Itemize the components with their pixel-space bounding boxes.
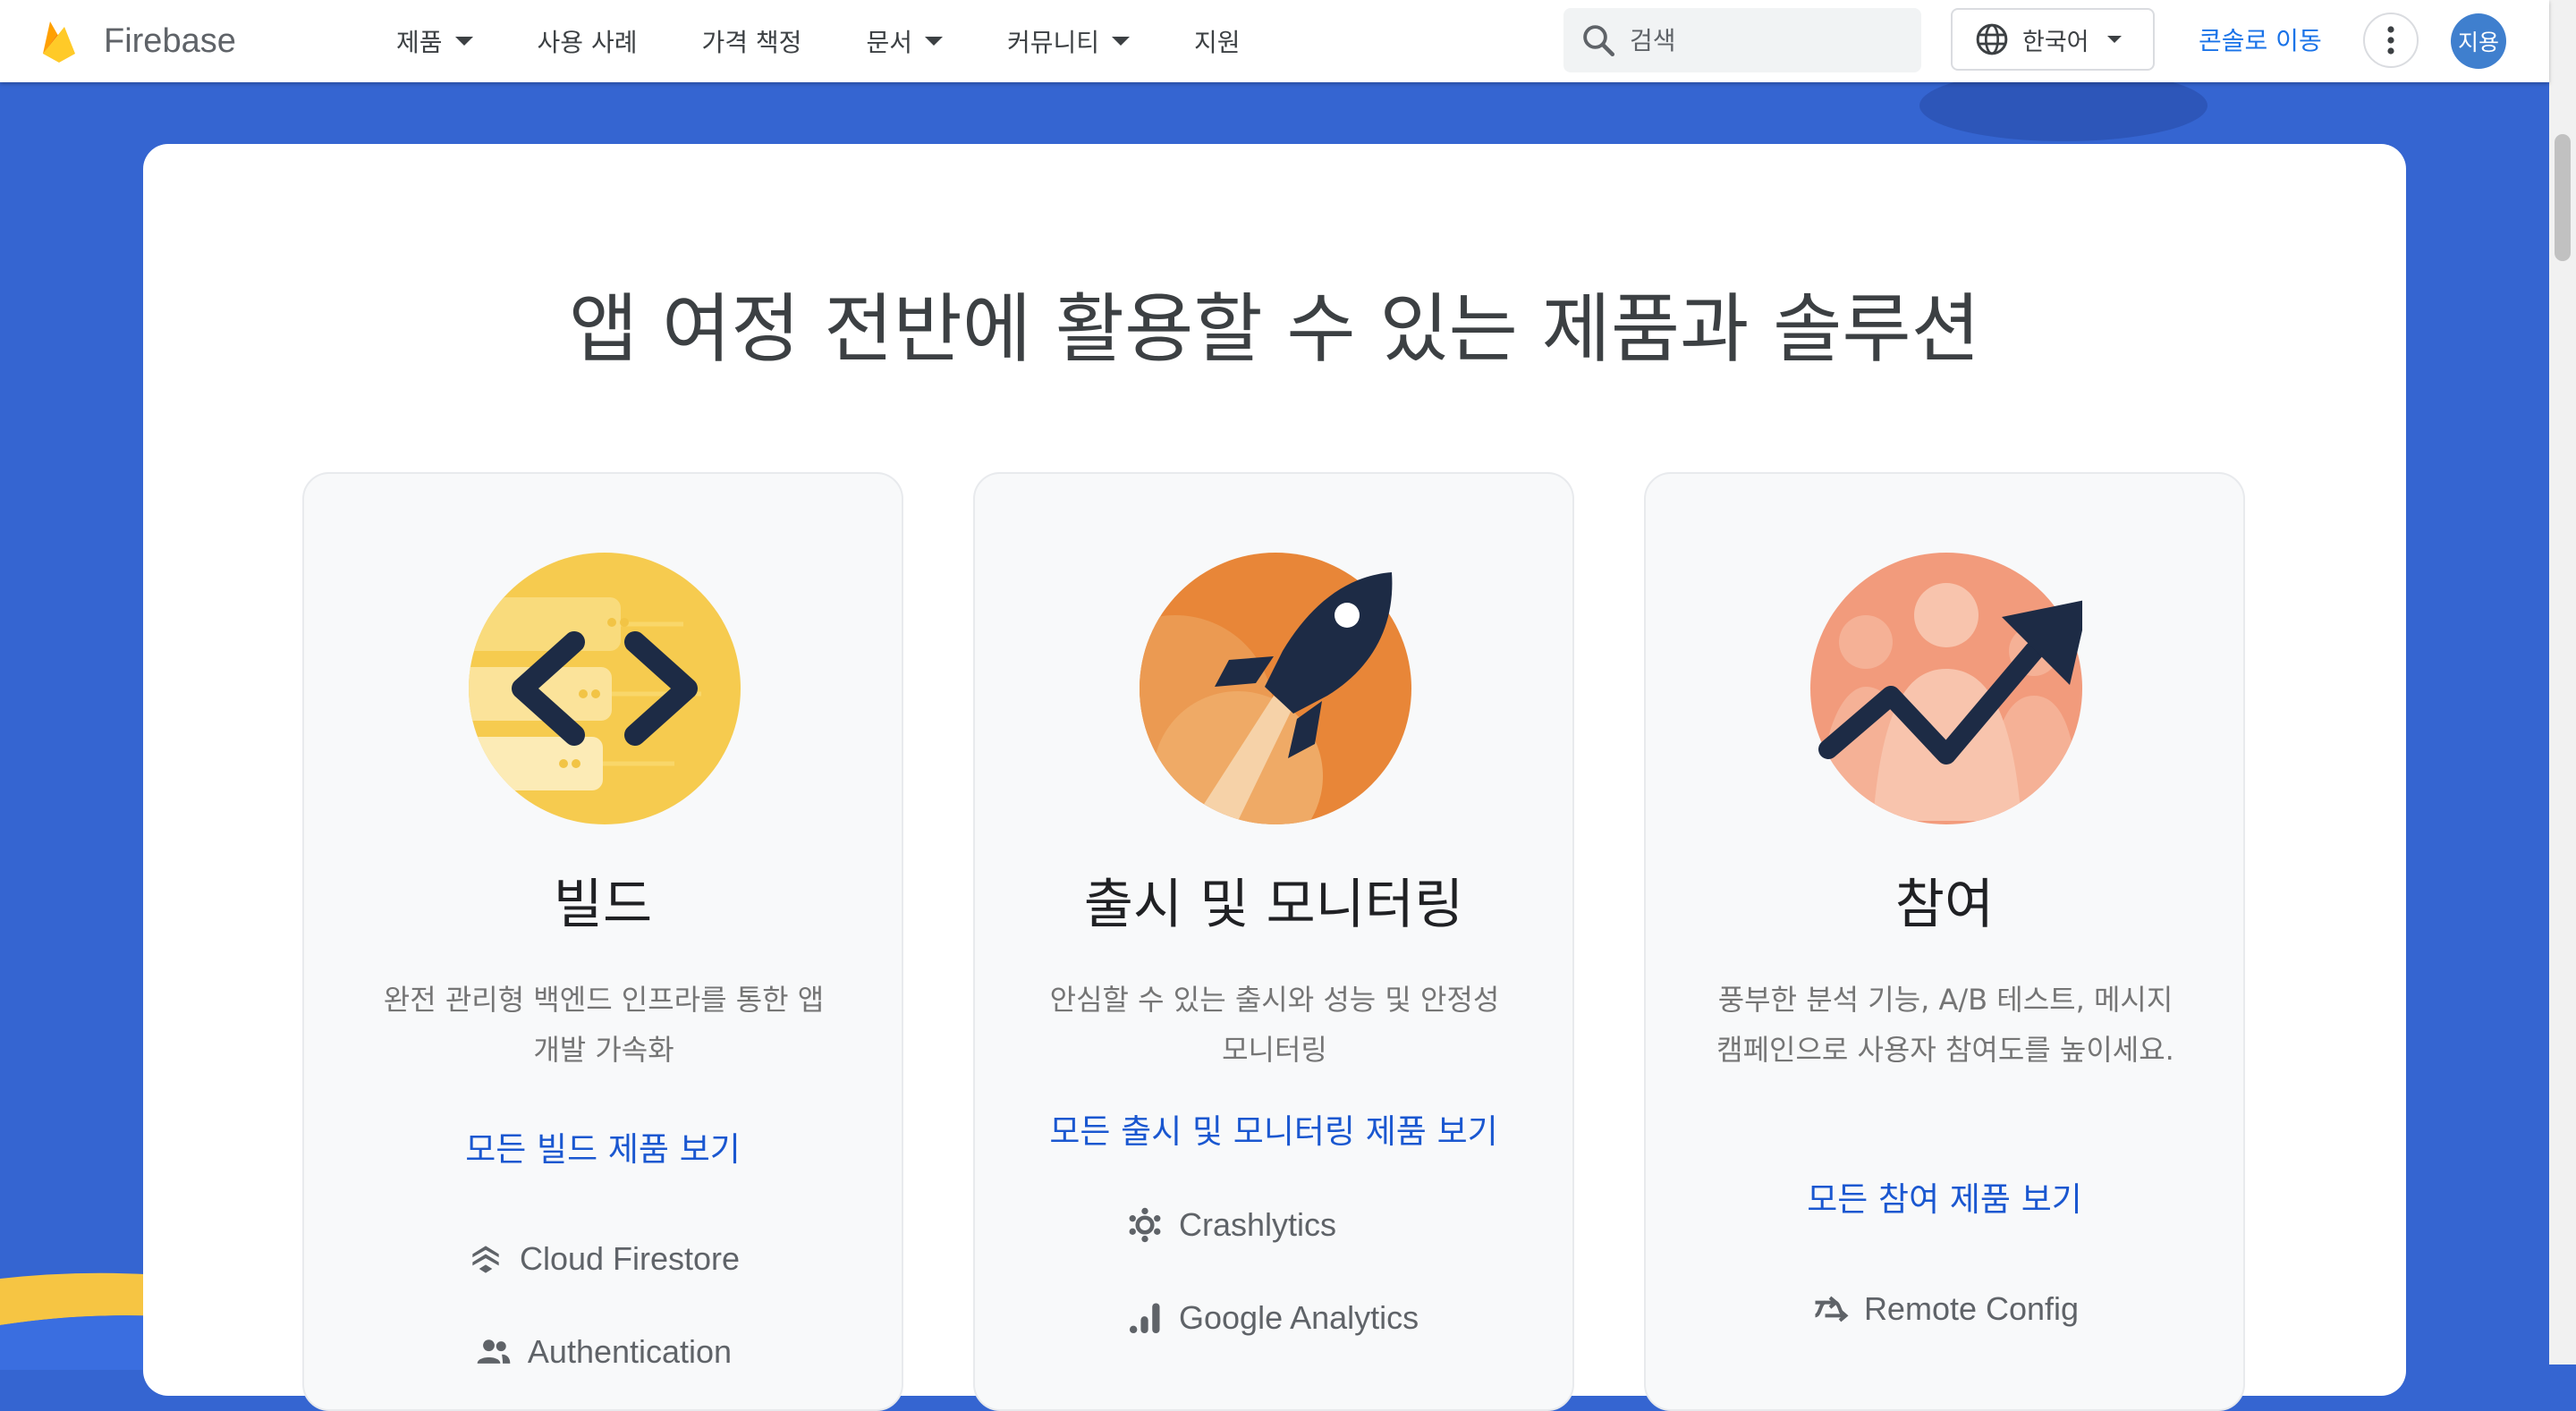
authentication-icon (477, 1339, 511, 1364)
nav-label: 제품 (396, 28, 443, 57)
analytics-icon (1129, 1303, 1160, 1334)
product-name: Authentication (527, 1333, 733, 1370)
scrollbar-thumb[interactable] (2555, 134, 2571, 261)
go-to-console-link[interactable]: 콘솔로 이동 (2199, 21, 2322, 61)
caret-down-icon (2106, 36, 2122, 43)
product-name: Cloud Firestore (519, 1240, 741, 1277)
top-navigation-bar: Firebase 제품 사용 사례 가격 책정 문서 커뮤니티 지원 검색 한국… (0, 0, 2549, 82)
nav-item-products[interactable]: 제품 (396, 23, 473, 59)
product-name: Crashlytics (1179, 1206, 1337, 1243)
firebase-logo-icon[interactable] (39, 18, 79, 64)
crashlytics-icon (1129, 1207, 1161, 1243)
nav-label: 사용 사례 (537, 28, 638, 57)
card-title: 빌드 (553, 874, 653, 936)
nav-label: 가격 책정 (701, 28, 802, 57)
nav-label: 커뮤니티 (1006, 28, 1100, 57)
product-name: Google Analytics (1179, 1299, 1419, 1336)
nav-item-support[interactable]: 지원 (1194, 23, 1241, 59)
caret-down-icon (924, 37, 943, 46)
nav-label: 문서 (866, 28, 912, 57)
card-description: 완전 관리형 백엔드 인프라를 통한 앱 개발 가속화 (383, 983, 825, 1067)
rocket-illustration-icon (1140, 553, 1411, 824)
card-engage: 참여 풍부한 분석 기능, A/B 테스트, 메시지 캠페인으로 사용자 참여도… (1644, 472, 2245, 1411)
brand-name[interactable]: Firebase (104, 18, 236, 64)
product-name: Remote Config (1863, 1290, 2080, 1327)
caret-down-icon (454, 37, 473, 46)
engagement-growth-illustration-icon (1810, 553, 2082, 824)
card-description: 안심할 수 있는 출시와 성능 및 안정성 모니터링 (1049, 983, 1500, 1067)
language-selector[interactable]: 한국어 (1951, 8, 2155, 71)
firestore-icon (472, 1246, 499, 1273)
product-link-cloud-firestore[interactable]: Cloud Firestore (304, 1239, 902, 1279)
view-all-release-monitor-products-link[interactable]: 모든 출시 및 모니터링 제품 보기 (975, 1107, 1572, 1157)
build-code-illustration-icon (469, 553, 741, 824)
nav-item-pricing[interactable]: 가격 책정 (701, 23, 801, 59)
caret-down-icon (1112, 37, 1131, 46)
nav-item-docs[interactable]: 문서 (866, 23, 943, 59)
nav-item-use-cases[interactable]: 사용 사례 (538, 23, 638, 59)
yellow-wave-decoration (0, 1272, 161, 1370)
more-options-button[interactable] (2363, 13, 2419, 68)
product-link-crashlytics[interactable]: Crashlytics (975, 1205, 1572, 1245)
remote-config-icon (1814, 1296, 1849, 1322)
card-title: 출시 및 모니터링 (1083, 874, 1464, 936)
product-link-google-analytics[interactable]: Google Analytics (975, 1298, 1572, 1338)
globe-icon (1976, 23, 2008, 55)
main-nav: 제품 사용 사례 가격 책정 문서 커뮤니티 지원 (396, 0, 1305, 82)
view-all-build-products-link[interactable]: 모든 빌드 제품 보기 (304, 1125, 902, 1175)
product-link-authentication[interactable]: Authentication (304, 1332, 902, 1372)
search-box[interactable] (1563, 8, 1921, 72)
card-build: 빌드 완전 관리형 백엔드 인프라를 통한 앱 개발 가속화 모든 빌드 제품 … (302, 472, 903, 1411)
nav-item-community[interactable]: 커뮤니티 (1006, 23, 1131, 59)
card-title: 참여 (1894, 874, 1995, 936)
card-description: 풍부한 분석 기능, A/B 테스트, 메시지 캠페인으로 사용자 참여도를 높… (1716, 983, 2174, 1067)
search-icon (1583, 25, 1615, 57)
nav-label: 지원 (1194, 28, 1241, 57)
user-avatar[interactable]: 지용 (2451, 13, 2506, 69)
view-all-engage-products-link[interactable]: 모든 참여 제품 보기 (1646, 1175, 2243, 1225)
more-vert-icon (2387, 26, 2394, 55)
card-release-monitor: 출시 및 모니터링 안심할 수 있는 출시와 성능 및 안정성 모니터링 모든 … (973, 472, 1574, 1411)
product-link-remote-config[interactable]: Remote Config (1646, 1289, 2243, 1329)
language-label: 한국어 (2022, 28, 2089, 56)
search-input[interactable] (1628, 24, 1900, 56)
section-heading: 앱 여정 전반에 활용할 수 있는 제품과 솔루션 (569, 285, 1980, 373)
